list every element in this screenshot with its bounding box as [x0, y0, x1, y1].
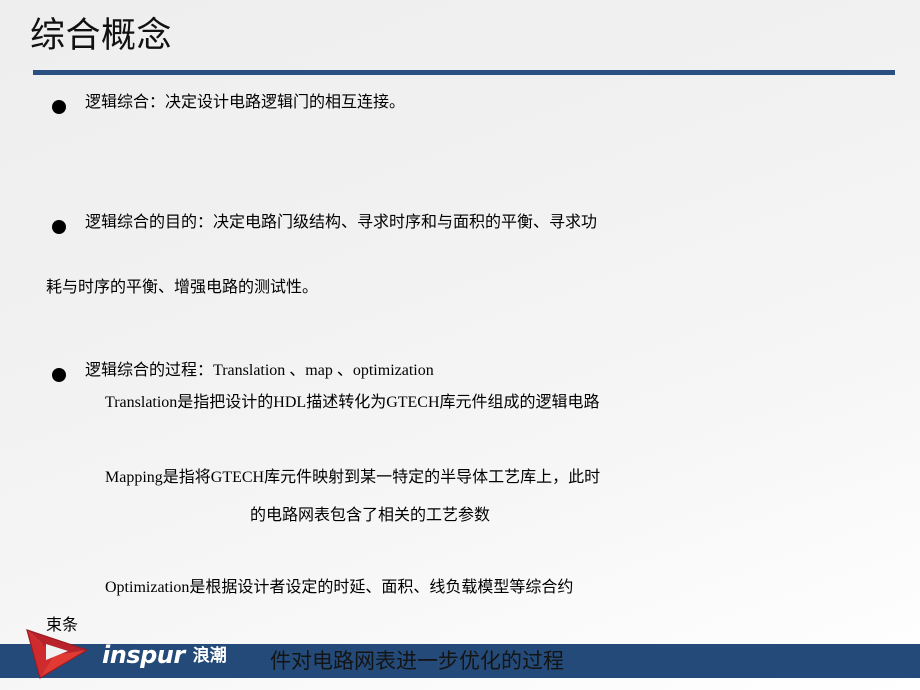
page-title: 综合概念 [30, 16, 173, 56]
bullet-text-1: 逻辑综合：决定设计电路逻辑门的相互连接。 [85, 94, 406, 111]
process-line-optimization-1: Optimization是根据设计者设定的时延、面积、线负载模型等综合约 [105, 579, 574, 596]
title-divider [33, 70, 895, 75]
inspur-wordmark-chinese: 浪潮 [192, 646, 227, 666]
inspur-wordmark: inspur 浪潮 [102, 642, 227, 669]
presentation-slide: 综合概念 逻辑综合：决定设计电路逻辑门的相互连接。 逻辑综合的目的：决定电路门级… [0, 0, 920, 690]
process-line-mapping-1: Mapping是指将GTECH库元件映射到某一特定的半导体工艺库上，此时 [105, 469, 601, 486]
bullet-text-3: 逻辑综合的过程：Translation 、map 、optimization [85, 362, 434, 379]
inspur-logo: inspur 浪潮 [24, 626, 354, 682]
bullet-text-2: 逻辑综合的目的：决定电路门级结构、寻求时序和与面积的平衡、寻求功 [85, 214, 598, 231]
process-line-mapping-2: 的电路网表包含了相关的工艺参数 [250, 507, 491, 524]
bullet-dot-icon [52, 100, 66, 114]
bullet-dot-icon [52, 368, 66, 382]
inspur-triangle-icon [26, 629, 89, 679]
inspur-wordmark-latin: inspur [102, 641, 185, 669]
bullet-text-2-wrap-left: 耗与时序的平衡、增强电路的测试性。 [46, 279, 319, 296]
process-line-translation: Translation是指把设计的HDL描述转化为GTECH库元件组成的逻辑电路 [105, 394, 600, 411]
bullet-dot-icon [52, 220, 66, 234]
